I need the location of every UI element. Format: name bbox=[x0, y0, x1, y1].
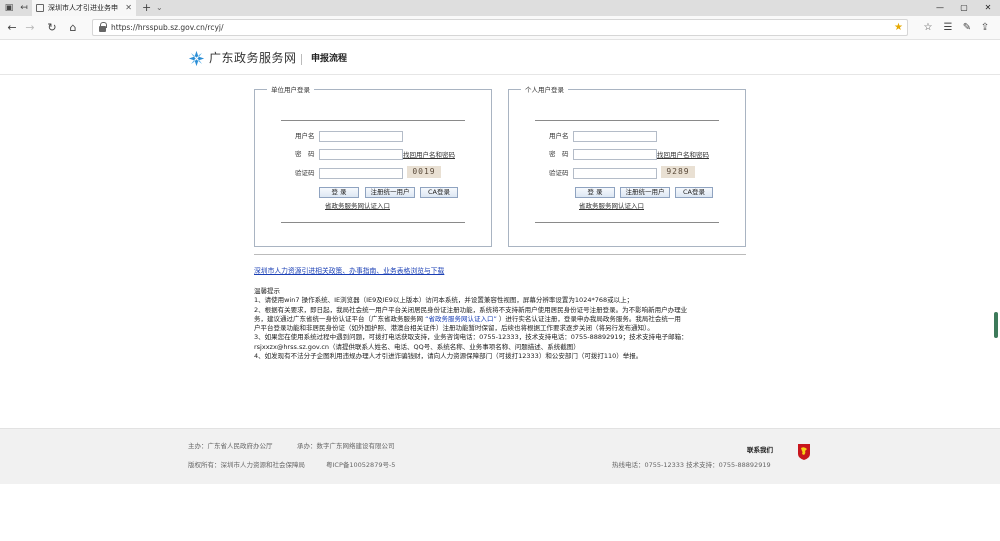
scrollbar-thumb[interactable] bbox=[994, 312, 998, 338]
notice-cert-link[interactable]: “省政务服务网认证入口” bbox=[425, 315, 497, 323]
gov-logo-icon bbox=[188, 50, 205, 67]
unit-register-button[interactable]: 注册统一用户 bbox=[365, 187, 415, 198]
tab-list-chevron-icon[interactable]: ⌄ bbox=[156, 1, 163, 15]
personal-recover-link[interactable]: 找回用户名和密码 bbox=[657, 150, 709, 160]
notice-line: 2、根据有关要求，即日起，我局社会统一用户平台关闭居民身份证注册功能，系统将不支… bbox=[254, 305, 688, 314]
unit-ca-login-button[interactable]: CA登录 bbox=[420, 187, 458, 198]
contact-us-link[interactable]: 联系我们 bbox=[747, 445, 773, 455]
url-text: https://hrsspub.sz.gov.cn/rcyj/ bbox=[111, 23, 224, 32]
browser-toolbar: ← → ↻ ⌂ https://hrsspub.sz.gov.cn/rcyj/ … bbox=[0, 16, 1000, 40]
personal-password-input[interactable] bbox=[573, 149, 657, 160]
notice-section: 温馨提示 1、请使用win7 操作系统、IE浏览器（IE9及IE9以上版本）访问… bbox=[254, 287, 748, 361]
unit-login-panel: 单位用户登录 用户名 密 码 找回用户名和密码 验证码 0019 登 录 注册统… bbox=[254, 85, 492, 247]
personal-login-button[interactable]: 登 录 bbox=[575, 187, 615, 198]
footer-copyright: 版权所有：深圳市人力资源和社会保障局 bbox=[188, 461, 305, 469]
notice-title: 温馨提示 bbox=[254, 287, 280, 295]
party-emblem-icon[interactable] bbox=[796, 443, 812, 461]
notice-line: 务，建议通过广东省统一身份认证平台（广东省政务服务网 “省政务服务网认证入口” … bbox=[254, 315, 748, 324]
notice-line: 4、如发现有不法分子企图利用违规办理人才引进诈骗钱财，请向人力资源保障部门（可拨… bbox=[254, 352, 643, 361]
unit-password-input[interactable] bbox=[319, 149, 403, 160]
unit-captcha-image[interactable]: 0019 bbox=[407, 166, 441, 178]
tab-title: 深圳市人才引进业务申 bbox=[48, 4, 118, 12]
footer-sponsor: 主办：广东省人民政府办公厅 bbox=[188, 442, 273, 450]
personal-login-panel: 个人用户登录 用户名 密 码 找回用户名和密码 验证码 9289 登 录 注册统… bbox=[508, 85, 746, 247]
notice-text: 务，建议通过广东省统一身份认证平台（广东省政务服务网 bbox=[254, 314, 426, 323]
address-bar[interactable]: https://hrsspub.sz.gov.cn/rcyj/ ★ bbox=[92, 19, 908, 36]
page-icon bbox=[36, 4, 44, 12]
share-icon[interactable]: ⇪ bbox=[978, 21, 992, 35]
header-divider bbox=[301, 54, 302, 65]
footer-hotline: 热线电话：0755-12333 技术支持：0755-88892919 bbox=[612, 461, 771, 469]
browser-tab-active[interactable]: 深圳市人才引进业务申 ✕ bbox=[32, 0, 136, 16]
close-window-icon[interactable]: ✕ bbox=[976, 0, 1000, 16]
personal-register-button[interactable]: 注册统一用户 bbox=[620, 187, 670, 198]
favorites-icon[interactable]: ☆ bbox=[921, 21, 935, 35]
unit-recover-link[interactable]: 找回用户名和密码 bbox=[403, 150, 455, 160]
pen-icon[interactable]: ✎ bbox=[960, 21, 974, 35]
unit-cert-link[interactable]: 省政务服务网认证入口 bbox=[325, 201, 390, 211]
divider bbox=[535, 120, 719, 121]
site-footer: 主办：广东省人民政府办公厅 承办：数字广东网络建设有限公司 版权所有：深圳市人力… bbox=[0, 428, 1000, 484]
personal-captcha-input[interactable] bbox=[573, 168, 657, 179]
notice-line: 3、如果您在使用系统过程中遇到问题，可拨打电话获取支持，业务咨询电话：0755-… bbox=[254, 333, 688, 342]
divider bbox=[535, 222, 719, 223]
reading-list-icon[interactable]: ☰ bbox=[941, 21, 955, 35]
lock-icon bbox=[98, 22, 107, 33]
tab-close-icon[interactable]: ✕ bbox=[125, 0, 132, 16]
content-divider bbox=[254, 254, 746, 255]
page-title: 申报流程 bbox=[311, 54, 348, 64]
personal-captcha-image[interactable]: 9289 bbox=[661, 166, 695, 178]
personal-ca-login-button[interactable]: CA登录 bbox=[675, 187, 713, 198]
forward-icon[interactable]: → bbox=[23, 21, 37, 35]
tab-actions-icon[interactable]: ▣ bbox=[3, 2, 15, 14]
new-tab-icon[interactable]: + bbox=[142, 1, 151, 15]
personal-password-label: 密 码 bbox=[549, 150, 569, 158]
divider bbox=[281, 222, 465, 223]
refresh-icon[interactable]: ↻ bbox=[45, 21, 59, 35]
unit-login-button[interactable]: 登 录 bbox=[319, 187, 359, 198]
policy-download-link[interactable]: 深圳市人力资源引进相关政策、办事指南、业务表格浏览与下载 bbox=[254, 266, 444, 277]
unit-login-legend: 单位用户登录 bbox=[267, 85, 314, 95]
browser-tab-bar: ▣ ↤ 深圳市人才引进业务申 ✕ + ⌄ — ▢ ✕ bbox=[0, 0, 1000, 16]
footer-organizer: 承办：数字广东网络建设有限公司 bbox=[297, 442, 395, 450]
maximize-icon[interactable]: ▢ bbox=[952, 0, 976, 16]
notice-text: ）进行实名认证注册，登录申办我局政务服务。我局社会统一用 bbox=[496, 314, 681, 323]
divider bbox=[281, 120, 465, 121]
notice-line: rsjxxzx@hrss.sz.gov.cn（请提供联系人姓名、电话、QQ号、系… bbox=[254, 342, 580, 351]
back-icon[interactable]: ← bbox=[5, 21, 19, 35]
unit-username-label: 用户名 bbox=[295, 132, 315, 140]
personal-captcha-label: 验证码 bbox=[549, 169, 569, 177]
personal-login-legend: 个人用户登录 bbox=[521, 85, 568, 95]
unit-captcha-input[interactable] bbox=[319, 168, 403, 179]
personal-username-input[interactable] bbox=[573, 131, 657, 142]
site-header: 广东政务服务网 申报流程 bbox=[0, 41, 1000, 75]
site-logo-text[interactable]: 广东政务服务网 bbox=[209, 50, 297, 67]
notice-line: 1、请使用win7 操作系统、IE浏览器（IE9及IE9以上版本）访问本系统，并… bbox=[254, 296, 634, 305]
unit-password-label: 密 码 bbox=[295, 150, 315, 158]
personal-username-label: 用户名 bbox=[549, 132, 569, 140]
minimize-icon[interactable]: — bbox=[928, 0, 952, 16]
personal-cert-link[interactable]: 省政务服务网认证入口 bbox=[579, 201, 644, 211]
home-icon[interactable]: ⌂ bbox=[66, 21, 80, 35]
unit-username-input[interactable] bbox=[319, 131, 403, 142]
tab-back-icon[interactable]: ↤ bbox=[18, 2, 30, 14]
footer-icp[interactable]: 粤ICP备10052879号-5 bbox=[326, 460, 395, 470]
unit-captcha-label: 验证码 bbox=[295, 169, 315, 177]
favorite-star-icon[interactable]: ★ bbox=[894, 20, 903, 35]
